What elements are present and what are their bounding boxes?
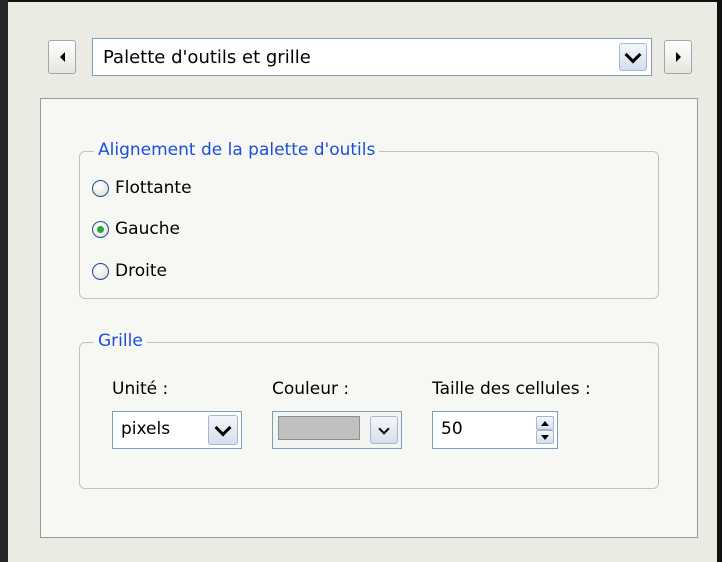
cell-size-value: 50 xyxy=(441,419,463,439)
radio-droite[interactable]: Droite xyxy=(92,261,167,281)
radio-flottante[interactable]: Flottante xyxy=(92,178,192,198)
alignment-group-legend: Alignement de la palette d'outils xyxy=(94,140,380,160)
chevron-down-icon xyxy=(624,46,642,63)
color-swatch xyxy=(278,416,360,440)
spin-up-button[interactable] xyxy=(536,416,554,430)
chevron-down-icon xyxy=(378,422,390,435)
grid-group-legend: Grille xyxy=(94,331,147,351)
triangle-right-icon xyxy=(675,52,681,62)
color-dropdown-button[interactable] xyxy=(370,416,398,444)
cell-size-stepper[interactable]: 50 xyxy=(432,411,558,449)
color-label: Couleur : xyxy=(272,379,350,399)
radio-button[interactable] xyxy=(92,262,109,280)
color-select[interactable] xyxy=(272,411,402,449)
unit-label: Unité : xyxy=(112,379,169,399)
radio-button-checked[interactable] xyxy=(92,220,109,238)
triangle-down-icon xyxy=(541,434,549,440)
radio-gauche[interactable]: Gauche xyxy=(92,219,180,239)
next-section-button[interactable] xyxy=(664,40,692,74)
section-selector-value: Palette d'outils et grille xyxy=(103,47,311,68)
grid-group: Grille Unité : pixels Couleur : Taille d… xyxy=(79,331,659,489)
triangle-up-icon xyxy=(541,420,549,426)
alignment-group: Alignement de la palette d'outils Flotta… xyxy=(79,140,659,299)
radio-label: Gauche xyxy=(115,219,180,239)
spin-down-button[interactable] xyxy=(536,430,554,444)
window-top-border xyxy=(0,0,722,2)
window-left-border xyxy=(0,0,8,562)
section-selector[interactable]: Palette d'outils et grille xyxy=(92,38,652,76)
chevron-down-icon xyxy=(214,419,232,436)
window-right-border xyxy=(717,0,722,562)
previous-section-button[interactable] xyxy=(48,40,76,74)
unit-dropdown-button[interactable] xyxy=(208,415,238,445)
unit-select[interactable]: pixels xyxy=(112,411,242,449)
section-dropdown-button[interactable] xyxy=(619,43,647,71)
radio-label: Droite xyxy=(115,261,167,281)
triangle-left-icon xyxy=(59,52,65,62)
settings-panel: Alignement de la palette d'outils Flotta… xyxy=(40,98,698,538)
radio-button[interactable] xyxy=(92,179,109,197)
radio-label: Flottante xyxy=(115,178,192,198)
cell-size-label: Taille des cellules : xyxy=(432,379,591,399)
unit-select-value: pixels xyxy=(121,419,171,439)
